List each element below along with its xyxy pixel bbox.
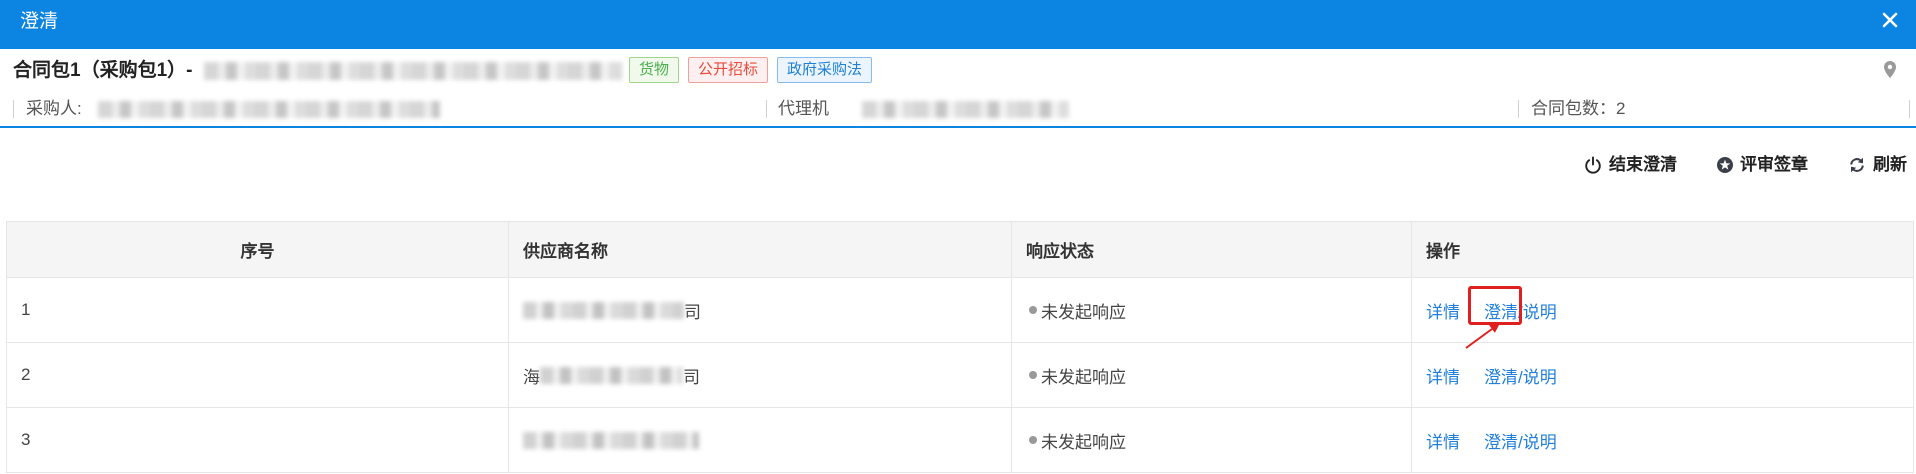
dialog-title-bar: 澄清 (0, 0, 1916, 49)
tag-procurement-law: 政府采购法 (777, 57, 873, 83)
clarify-link[interactable]: 澄清/说明 (1484, 428, 1557, 453)
review-signature-button[interactable]: 评审签章 (1740, 153, 1808, 177)
row-index: 1 (7, 278, 509, 343)
purchaser-label: 采购人: (26, 99, 82, 118)
detail-link[interactable]: 详情 (1426, 363, 1460, 388)
info-divider (1909, 100, 1910, 118)
header-divider (0, 126, 1916, 128)
contract-package-title: 合同包1（采购包1）- (13, 60, 193, 81)
supplier-name: 司 (509, 278, 1012, 343)
status-dot-icon (1029, 436, 1037, 444)
package-count: 合同包数：2 (1531, 97, 1625, 121)
response-status: 未发起响应 (1012, 408, 1412, 473)
detail-link[interactable]: 详情 (1426, 428, 1460, 453)
end-clarification-button[interactable]: 结束澄清 (1609, 153, 1677, 177)
status-text: 未发起响应 (1041, 367, 1126, 387)
clarify-link[interactable]: 澄清/说明 (1484, 363, 1557, 388)
agency-label: 代理机 (778, 99, 829, 118)
row-actions: 详情 澄清/说明 (1412, 408, 1914, 473)
response-status: 未发起响应 (1012, 343, 1412, 408)
column-header-status: 响应状态 (1012, 222, 1412, 278)
redacted-supplier-name (523, 301, 684, 319)
tag-goods: 货物 (629, 57, 680, 83)
redacted-purchaser (98, 101, 440, 118)
status-text: 未发起响应 (1041, 302, 1126, 322)
supplier-name-prefix: 海 (523, 367, 540, 387)
redacted-project-name (204, 62, 622, 80)
info-divider (766, 100, 767, 118)
close-icon[interactable] (1878, 8, 1902, 32)
package-count-value: 2 (1616, 99, 1626, 118)
redacted-agency (862, 101, 1069, 118)
supplier-name (509, 408, 1012, 473)
column-header-index: 序号 (7, 222, 509, 278)
supplier-name-suffix: 司 (683, 367, 700, 387)
supplier-table: 序号 供应商名称 响应状态 操作 1 司 未发起响应 详情 澄清/说明 2 海司… (6, 221, 1914, 473)
package-count-label: 合同包数： (1531, 99, 1616, 118)
stamp-icon[interactable] (1716, 156, 1734, 174)
clarify-link[interactable]: 澄清/说明 (1484, 298, 1557, 323)
redacted-supplier-name (523, 431, 699, 449)
supplier-name: 海司 (509, 343, 1012, 408)
tag-public-bidding: 公开招标 (688, 57, 769, 83)
row-actions: 详情 澄清/说明 (1412, 343, 1914, 408)
power-icon[interactable] (1584, 156, 1602, 174)
refresh-button[interactable]: 刷新 (1873, 153, 1907, 177)
column-header-supplier: 供应商名称 (509, 222, 1012, 278)
info-divider (1518, 100, 1519, 118)
refresh-icon[interactable] (1848, 156, 1866, 174)
column-header-actions: 操作 (1412, 222, 1914, 278)
map-pin-icon[interactable] (1881, 60, 1899, 80)
status-dot-icon (1029, 371, 1037, 379)
supplier-name-suffix: 司 (684, 302, 701, 322)
detail-link[interactable]: 详情 (1426, 298, 1460, 323)
project-tags: 货物 公开招标 政府采购法 (629, 57, 873, 83)
row-index: 3 (7, 408, 509, 473)
row-index: 2 (7, 343, 509, 408)
row-actions: 详情 澄清/说明 (1412, 278, 1914, 343)
redacted-supplier-name (540, 366, 683, 384)
dialog-title: 澄清 (20, 11, 59, 32)
response-status: 未发起响应 (1012, 278, 1412, 343)
info-divider (13, 100, 14, 118)
status-dot-icon (1029, 306, 1037, 314)
status-text: 未发起响应 (1041, 432, 1126, 452)
